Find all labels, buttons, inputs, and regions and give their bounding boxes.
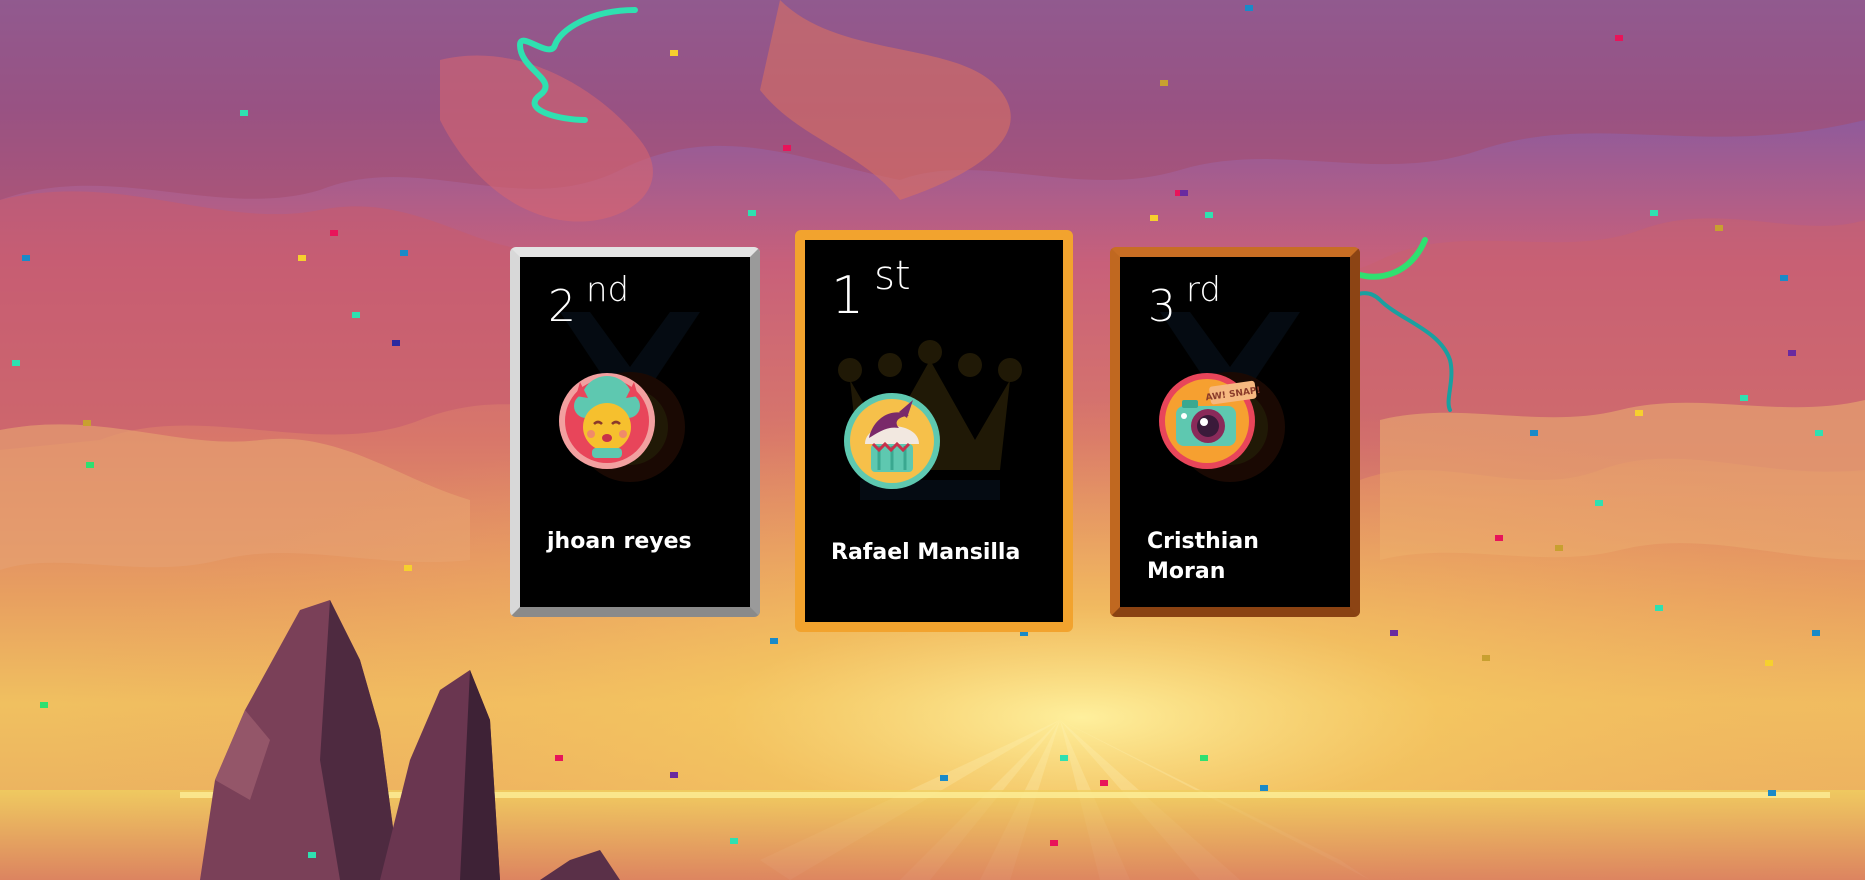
podium-card-second: 2nd jhoan reyes: [510, 247, 760, 617]
dragon-avatar-icon: [559, 373, 655, 469]
player-name: Rafael Mansilla: [831, 540, 1021, 565]
podium-card-first: 1st Rafael Mansilla: [795, 230, 1073, 632]
cupcake-avatar-icon: [844, 393, 940, 489]
camera-avatar-icon: AW! SNAP!: [1159, 373, 1261, 469]
place-label: 1st: [831, 253, 911, 326]
place-label: 2nd: [548, 270, 630, 332]
player-name: Cristhian Moran: [1147, 529, 1259, 584]
place-label: 3rd: [1148, 270, 1221, 332]
player-name: jhoan reyes: [547, 529, 692, 554]
podium-card-third: 3rd AW! SNAP! Cristhian Moran: [1110, 247, 1360, 617]
